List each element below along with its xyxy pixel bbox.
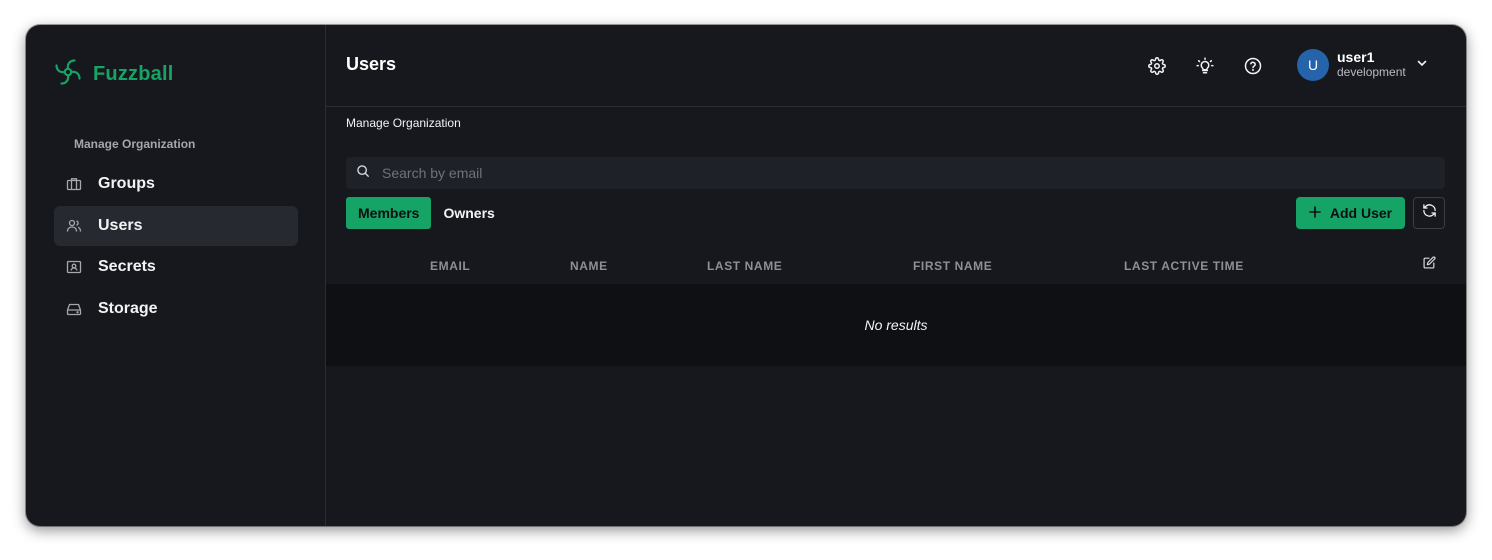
- secret-card-icon: [54, 259, 94, 275]
- sidebar-item-label: Users: [98, 216, 143, 234]
- fuzzball-logo-icon: [53, 57, 83, 92]
- breadcrumb[interactable]: Manage Organization: [346, 116, 461, 130]
- app-logo[interactable]: Fuzzball: [53, 57, 174, 92]
- sidebar-item-storage[interactable]: Storage: [54, 289, 298, 329]
- search-input[interactable]: [380, 164, 1384, 182]
- table-empty-row: No results: [326, 284, 1466, 366]
- chevron-down-icon: [1416, 56, 1428, 74]
- search-bar: [346, 157, 1445, 189]
- column-header-last-name[interactable]: LAST NAME: [707, 259, 782, 273]
- top-bar: Users U user1 development: [326, 25, 1466, 107]
- column-header-email[interactable]: EMAIL: [430, 259, 470, 273]
- briefcase-icon: [54, 176, 94, 192]
- sidebar-item-label: Storage: [98, 299, 158, 317]
- user-info: user1 development: [1337, 50, 1406, 80]
- sidebar-nav: Groups Users Secrets Storage: [54, 164, 298, 330]
- column-header-name[interactable]: NAME: [570, 259, 608, 273]
- edit-columns-icon[interactable]: [1423, 256, 1436, 274]
- refresh-button[interactable]: [1413, 197, 1445, 229]
- sidebar-section-label: Manage Organization: [74, 137, 196, 151]
- add-user-label: Add User: [1329, 205, 1393, 221]
- help-icon[interactable]: [1242, 55, 1264, 77]
- tab-owners[interactable]: Owners: [431, 197, 506, 229]
- main-content: Users U user1 development Manage Organiz…: [326, 25, 1466, 526]
- avatar: U: [1297, 49, 1329, 81]
- tab-bar: Members Owners: [346, 197, 507, 229]
- user-menu[interactable]: U user1 development: [1297, 49, 1428, 81]
- settings-icon[interactable]: [1146, 55, 1168, 77]
- page-title: Users: [346, 54, 397, 74]
- column-header-first-name[interactable]: FIRST NAME: [913, 259, 992, 273]
- sidebar-item-label: Groups: [98, 175, 155, 192]
- column-header-last-active-time[interactable]: LAST ACTIVE TIME: [1124, 259, 1244, 273]
- add-user-button[interactable]: Add User: [1296, 197, 1405, 229]
- sidebar-item-users[interactable]: Users: [54, 205, 298, 246]
- sidebar-item-secrets[interactable]: Secrets: [54, 247, 298, 287]
- app-window: Fuzzball Manage Organization Groups User…: [26, 25, 1466, 526]
- empty-state-message: No results: [864, 317, 928, 333]
- users-icon: [54, 218, 94, 234]
- storage-drive-icon: [54, 301, 94, 317]
- app-name: Fuzzball: [93, 63, 174, 85]
- table-header: EMAIL NAME LAST NAME FIRST NAME LAST ACT…: [326, 248, 1466, 284]
- user-name: user1: [1337, 49, 1375, 65]
- sidebar: Fuzzball Manage Organization Groups User…: [26, 25, 326, 526]
- sidebar-item-label: Secrets: [98, 258, 156, 275]
- sidebar-item-groups[interactable]: Groups: [54, 164, 298, 204]
- plus-icon: [1309, 205, 1321, 221]
- search-icon: [356, 164, 370, 183]
- lightbulb-icon[interactable]: [1194, 55, 1216, 77]
- refresh-icon: [1422, 203, 1437, 223]
- user-organization: development: [1337, 65, 1406, 79]
- tab-members[interactable]: Members: [346, 197, 432, 229]
